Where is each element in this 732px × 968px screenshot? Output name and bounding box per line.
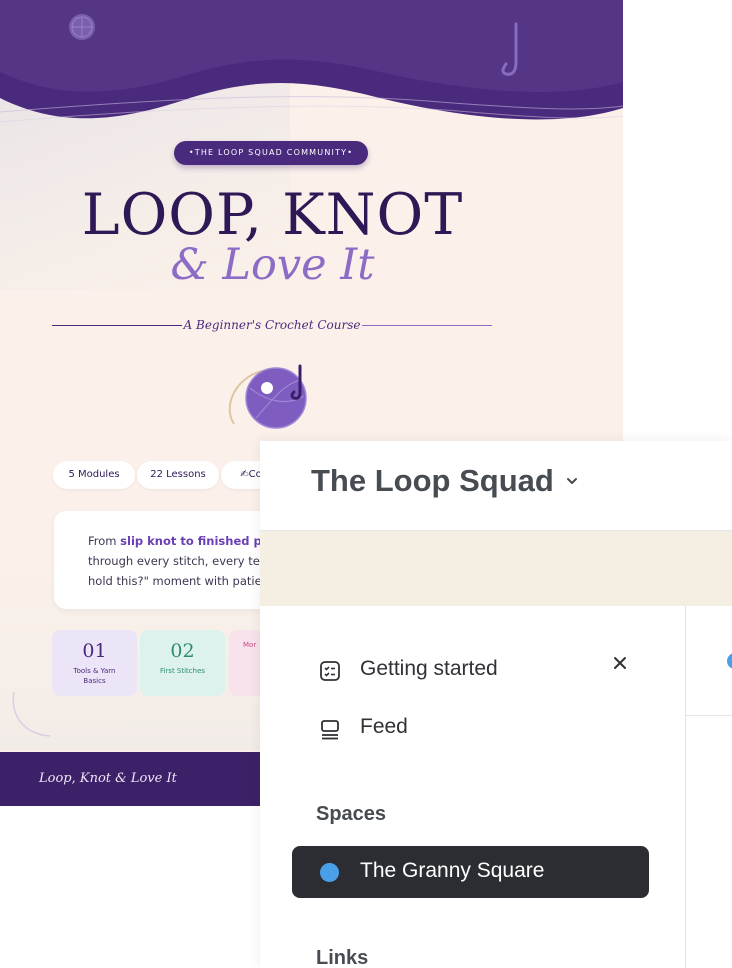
feed-icon — [321, 720, 339, 740]
yarn-ball-icon — [228, 364, 307, 429]
space-avatar — [727, 653, 732, 669]
community-app-window: The Loop Squad Getting started Feed Spac… — [260, 441, 732, 968]
sidebar-item-label: The Granny Square — [360, 859, 545, 882]
workspace-name[interactable]: The Loop Squad — [311, 463, 554, 499]
stat-modules: 5 Modules — [53, 461, 135, 489]
announcement-banner — [260, 531, 732, 606]
chevron-down-icon[interactable] — [566, 476, 578, 486]
hook-decoration — [12, 691, 51, 737]
stat-lessons: 22 Lessons — [137, 461, 219, 489]
page-title: LOOP, KNOT — [81, 182, 464, 248]
module-number: 02 — [170, 640, 195, 662]
sidebar-item-feed[interactable]: Feed — [318, 713, 618, 743]
page-title-script: & Love It — [170, 240, 375, 290]
globe-icon — [69, 14, 95, 40]
module-card[interactable]: 02 First Stitches — [140, 630, 225, 696]
sidebar-item-label: Getting started — [360, 657, 498, 680]
sidebar-divider — [685, 606, 686, 968]
sidebar-item-the-granny-square[interactable]: The Granny Square — [292, 846, 649, 898]
community-badge: •THE LOOP SQUAD COMMUNITY• — [174, 141, 368, 165]
space-color-dot — [320, 863, 339, 882]
sidebar-item-label: Feed — [360, 715, 408, 738]
sidebar-item-getting-started[interactable]: Getting started — [318, 655, 618, 685]
intro-highlight: slip knot to finished proj — [120, 534, 280, 548]
spaces-heading: Spaces — [316, 803, 387, 825]
module-card[interactable]: 01 Tools & Yarn Basics — [52, 630, 137, 696]
links-heading: Links — [316, 947, 369, 968]
checklist-icon — [320, 661, 340, 681]
module-label: First Stitches — [159, 667, 206, 675]
module-label: Tools & Yarn Basics — [73, 667, 116, 685]
footer-text: Loop, Knot & Love It — [39, 771, 177, 786]
module-number: 01 — [82, 640, 107, 662]
subtitle-row: A Beginner's Crochet Course — [52, 316, 492, 334]
content-divider — [686, 715, 732, 716]
course-subtitle: A Beginner's Crochet Course — [181, 318, 363, 332]
close-icon[interactable] — [612, 655, 628, 671]
